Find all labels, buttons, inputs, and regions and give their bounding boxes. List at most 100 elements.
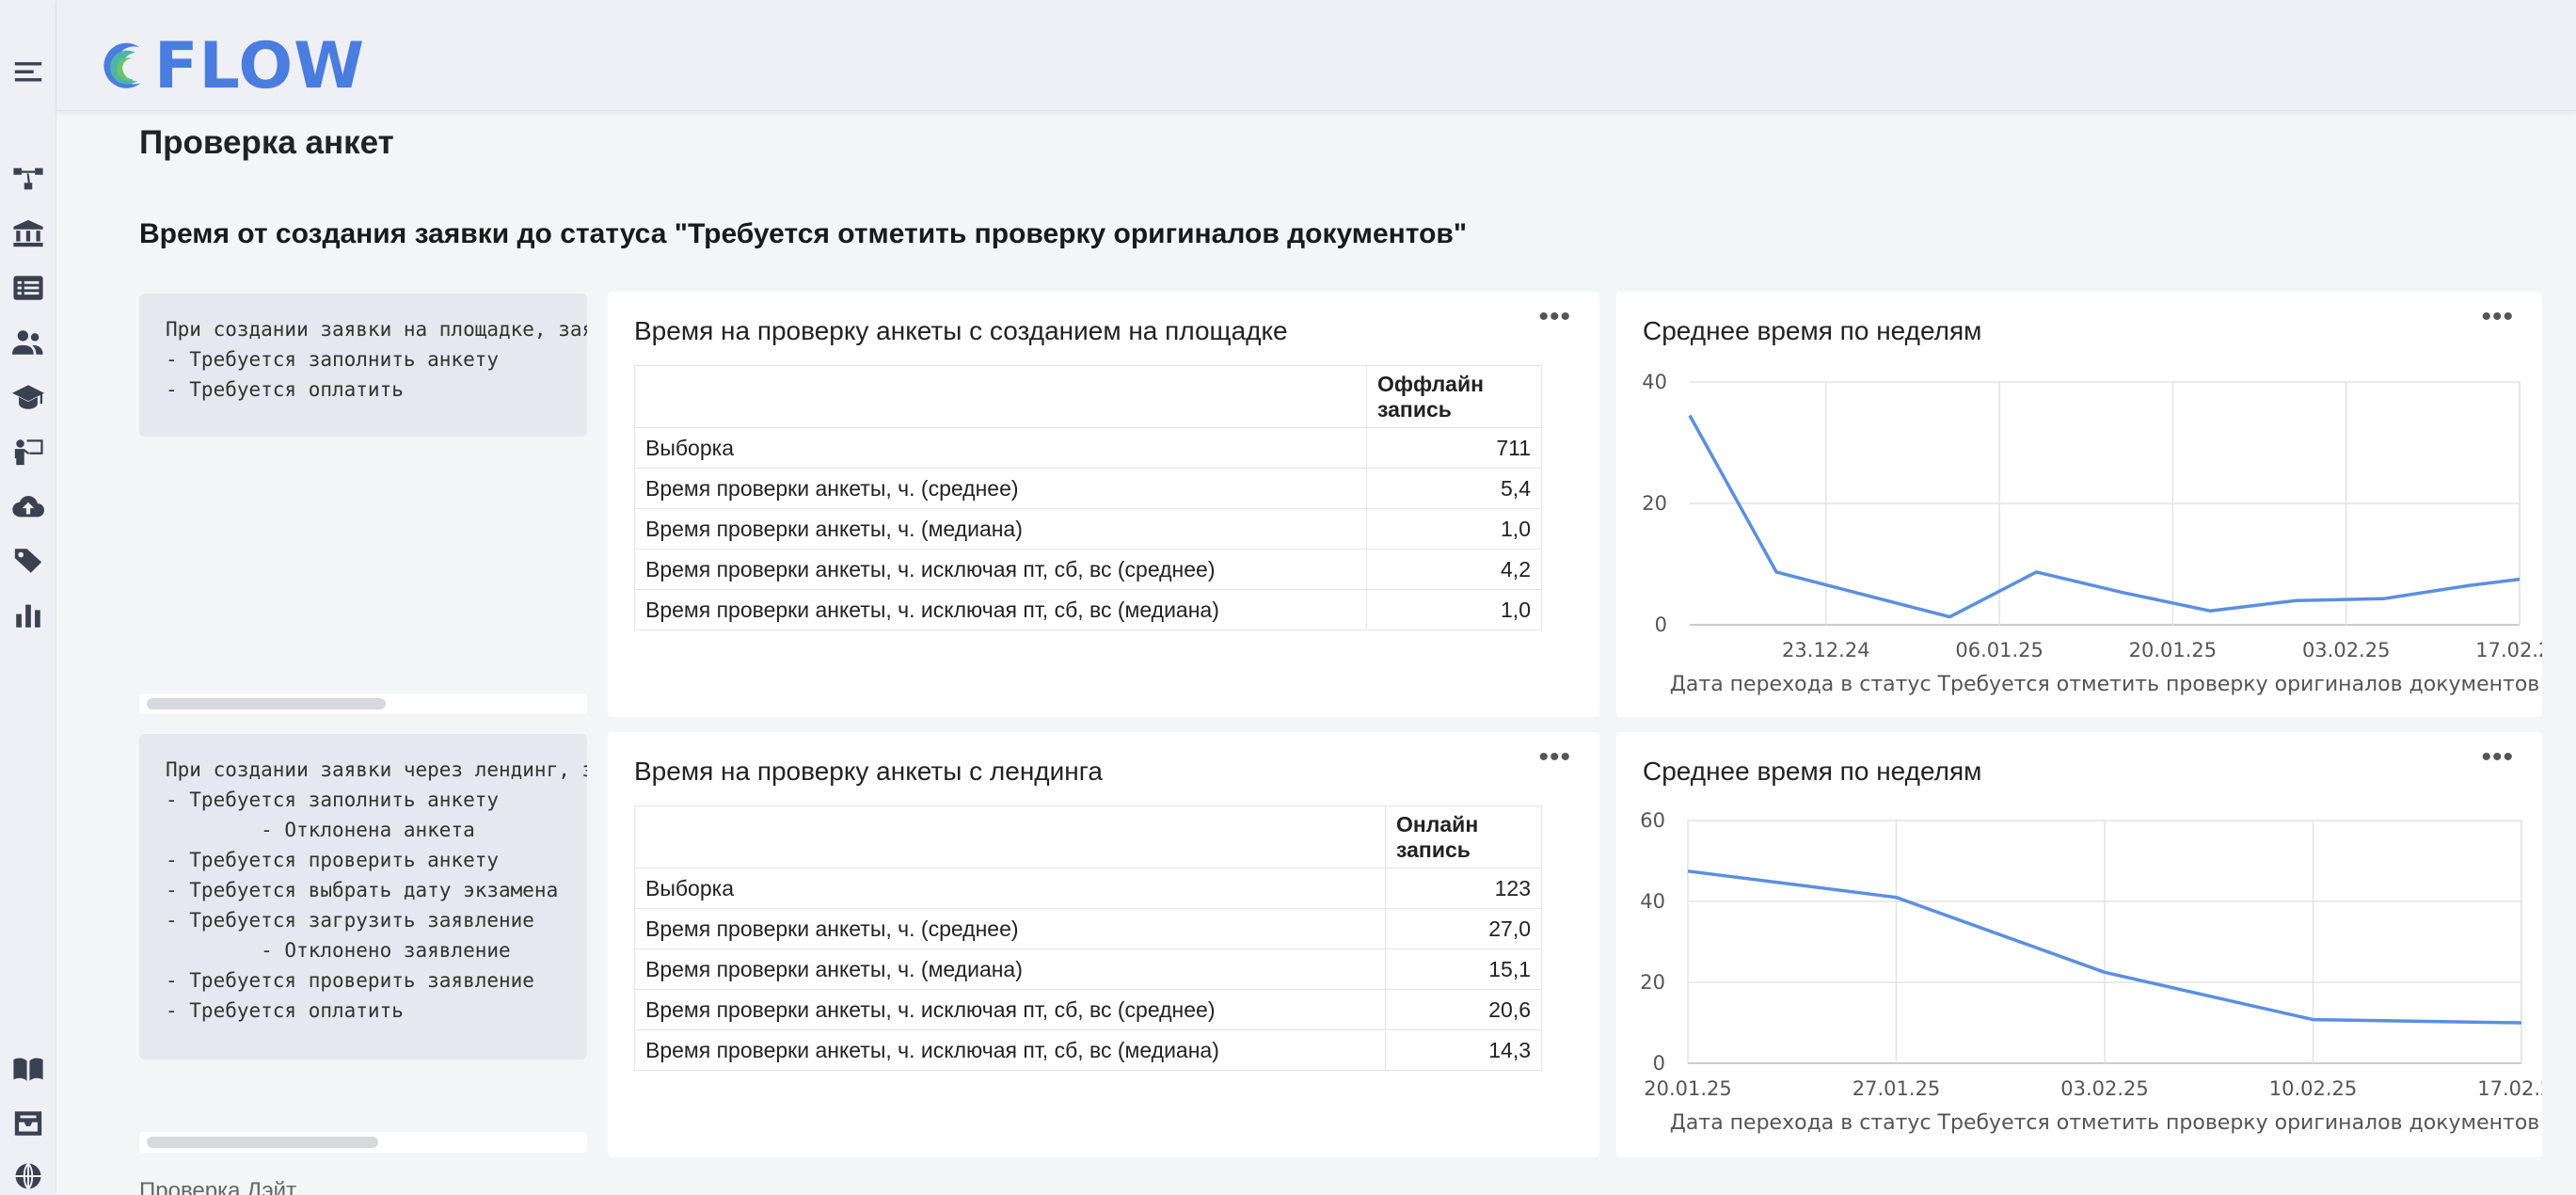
bank-icon[interactable]	[11, 216, 45, 250]
y-tick-label: 0	[1655, 613, 1667, 636]
x-axis-title: Дата перехода в статус Требуется отметит…	[1670, 1111, 2540, 1135]
inbox-icon[interactable]	[11, 1107, 45, 1140]
row-value: 20,6	[1385, 989, 1542, 1030]
table-row: Выборка 123	[634, 868, 1542, 909]
bar-chart-icon[interactable]	[11, 598, 45, 632]
x-tick-label: 10.02.25	[2269, 1077, 2358, 1100]
data-point[interactable]	[2203, 604, 2217, 617]
data-point[interactable]	[2307, 1013, 2320, 1027]
presenter-icon[interactable]	[11, 435, 45, 469]
data-point[interactable]	[2463, 579, 2476, 592]
table-row: Время проверки анкеты, ч. (среднее) 27,0	[634, 908, 1542, 949]
table-row: Выборка 711	[634, 427, 1542, 469]
next-section-title: Проверка Дэйт	[139, 1178, 297, 1195]
row-label: Время проверки анкеты, ч. исключая пт, с…	[634, 589, 1367, 630]
table-row: Время проверки анкеты, ч. (медиана) 1,0	[634, 508, 1542, 550]
row-label: Время проверки анкеты, ч. исключая пт, с…	[634, 1029, 1386, 1071]
row-value: 5,4	[1366, 468, 1542, 509]
workflow-icon[interactable]	[11, 162, 45, 196]
row-label: Время проверки анкеты, ч. исключая пт, с…	[634, 549, 1367, 590]
cloud-upload-icon[interactable]	[11, 489, 45, 523]
column-header: Онлайн запись	[1385, 805, 1542, 868]
y-tick-label: 60	[1640, 809, 1665, 832]
data-point[interactable]	[2377, 592, 2390, 605]
row-label: Время проверки анкеты, ч. (медиана)	[634, 948, 1386, 990]
series-line[interactable]	[1688, 414, 2520, 619]
code-scrollbar-2[interactable]	[139, 1132, 587, 1153]
table-card-platform: Время на проверку анкеты с созданием на …	[608, 292, 1599, 717]
row-label: Время проверки анкеты, ч. исключая пт, с…	[634, 989, 1386, 1030]
globe-icon[interactable]	[11, 1159, 45, 1193]
card-title: Время на проверку анкеты с лендинга	[634, 757, 1103, 786]
scrollbar-thumb[interactable]	[147, 698, 386, 709]
status-flow-code-landing: При создании заявки через лендинг, заявк…	[139, 734, 587, 1060]
x-tick-label: 17.02.25	[2477, 1077, 2542, 1100]
line-chart-1: 0 20 40 23.12.24 06.01.25 20.01.25 03.02.25 17.…	[1642, 371, 2542, 696]
scrollbar-thumb[interactable]	[147, 1137, 378, 1148]
x-tick-label: 20.01.25	[2129, 639, 2218, 661]
card-title: Время на проверку анкеты с созданием на …	[634, 316, 1288, 345]
x-tick-label: 23.12.24	[1782, 639, 1870, 661]
logo-text: FLOW	[154, 28, 366, 104]
y-tick-label: 0	[1653, 1052, 1665, 1075]
data-point[interactable]	[1890, 891, 1903, 904]
tag-icon[interactable]	[11, 544, 45, 578]
code-scrollbar-1[interactable]	[139, 693, 587, 714]
row-value: 123	[1385, 868, 1542, 909]
list-icon[interactable]	[11, 271, 45, 305]
section-title: Время от создания заявки до статуса "Тре…	[139, 218, 1468, 249]
row-value: 4,2	[1366, 549, 1542, 590]
data-point[interactable]	[2290, 594, 2303, 607]
x-tick-label: 03.02.25	[2302, 639, 2391, 661]
table-row: Время проверки анкеты, ч. исключая пт, с…	[634, 589, 1542, 630]
data-point[interactable]	[1681, 865, 1694, 878]
x-axis-title: Дата перехода в статус Требуется отметит…	[1670, 673, 2540, 696]
more-menu-icon[interactable]: •••	[1538, 741, 1571, 773]
chart-card-1: Среднее время по неделям ••• 0 20 40 23.12.…	[1616, 292, 2542, 717]
page-title: Проверка анкет	[139, 124, 394, 161]
x-tick-label: 27.01.25	[1852, 1077, 1941, 1100]
row-label: Выборка	[634, 427, 1367, 469]
row-label: Время проверки анкеты, ч. (среднее)	[634, 468, 1367, 509]
row-label: Выборка	[634, 868, 1386, 909]
empty-header-cell	[634, 805, 1386, 868]
flow-logo[interactable]: FLOW	[98, 28, 365, 104]
row-label: Время проверки анкеты, ч. (медиана)	[634, 508, 1367, 550]
table-row: Время проверки анкеты, ч. исключая пт, с…	[634, 989, 1542, 1030]
data-point[interactable]	[2030, 566, 2043, 579]
more-menu-icon[interactable]: •••	[1538, 301, 1571, 333]
data-table: Оффлайн запись Выборка 711 Время проверки…	[634, 365, 1542, 630]
row-value: 14,3	[1385, 1029, 1542, 1071]
table-row: Время проверки анкеты, ч. исключая пт, с…	[634, 549, 1542, 590]
table-header-row: Онлайн запись	[634, 805, 1542, 868]
table-row: Время проверки анкеты, ч. (среднее) 5,4	[634, 468, 1542, 509]
x-tick-label: 03.02.25	[2060, 1077, 2149, 1100]
row-label: Время проверки анкеты, ч. (среднее)	[634, 908, 1386, 949]
x-tick-label: 06.01.25	[1955, 639, 2043, 661]
data-point[interactable]	[2513, 573, 2526, 586]
row-value: 1,0	[1366, 508, 1542, 550]
sidebar	[0, 0, 56, 1195]
x-tick-label: 17.02.25	[2475, 639, 2542, 661]
table-row: Время проверки анкеты, ч. (медиана) 15,1	[634, 948, 1542, 990]
row-value: 711	[1366, 427, 1542, 469]
data-point[interactable]	[1683, 408, 1696, 422]
table-header-row: Оффлайн запись	[634, 365, 1542, 428]
row-value: 15,1	[1385, 948, 1542, 990]
row-value: 1,0	[1366, 589, 1542, 630]
graduation-icon[interactable]	[11, 380, 45, 414]
data-point[interactable]	[2098, 965, 2111, 979]
users-icon[interactable]	[11, 326, 45, 359]
data-point[interactable]	[2117, 586, 2130, 599]
data-point[interactable]	[2515, 1016, 2528, 1029]
data-point[interactable]	[1770, 566, 1783, 579]
status-flow-code-platform: При создании заявки на площадке, заявка …	[139, 294, 587, 437]
menu-icon[interactable]	[11, 55, 45, 88]
data-point[interactable]	[1856, 588, 1869, 601]
data-point[interactable]	[1943, 611, 1956, 624]
book-icon[interactable]	[11, 1052, 45, 1086]
y-tick-label: 40	[1640, 890, 1665, 913]
y-tick-label: 20	[1642, 492, 1667, 515]
flow-logo-mark-icon	[103, 42, 141, 88]
top-header: FLOW	[56, 0, 2576, 111]
